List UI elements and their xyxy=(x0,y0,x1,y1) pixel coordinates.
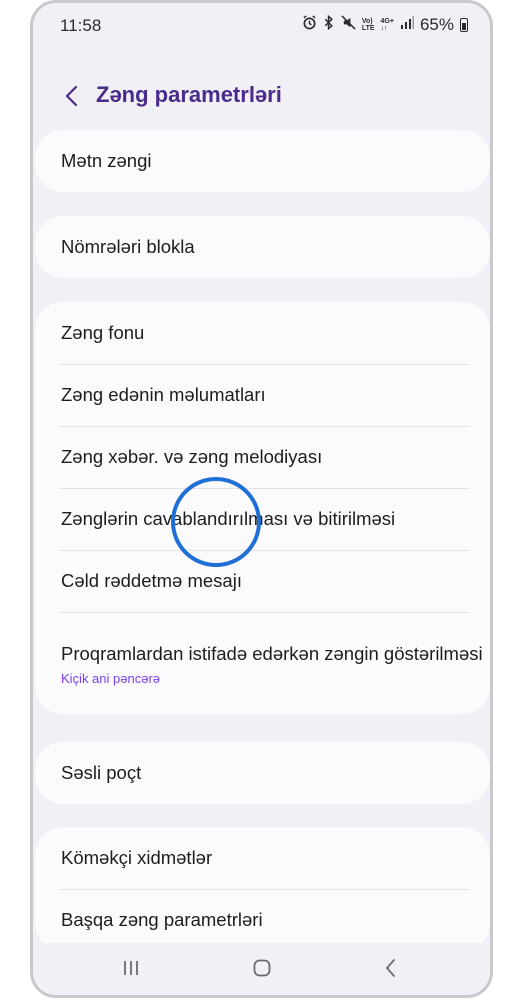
battery-percent: 65% xyxy=(419,15,454,34)
status-bar: 11:58 Vo) LTE 4G+ ↓↑ 65% xyxy=(33,3,490,49)
setting-item-label: Başqa zəng parametrləri xyxy=(61,909,263,930)
signal-icon xyxy=(400,15,414,35)
setting-item-answering-ending-calls[interactable]: Zənglərin cavablandırılması və bitirilmə… xyxy=(35,488,490,550)
status-time: 11:58 xyxy=(60,16,102,35)
setting-item-summary: Kiçik ani pəncərə xyxy=(61,670,160,686)
mute-icon xyxy=(341,15,356,35)
bluetooth-icon xyxy=(323,14,335,35)
setting-item-other-call-settings[interactable]: Başqa zəng parametrləri xyxy=(35,889,490,951)
setting-item-label: Nömrələri blokla xyxy=(61,236,195,257)
status-icons: Vo) LTE 4G+ ↓↑ 65% xyxy=(302,14,468,35)
home-icon xyxy=(253,959,271,977)
setting-item-voicemail[interactable]: Səsli poçt xyxy=(35,742,490,804)
setting-item-call-alerts-ringtone[interactable]: Zəng xəbər. və zəng melodiyası xyxy=(35,426,490,488)
app-header: Zəng parametrləri xyxy=(33,73,490,119)
phone-screen: 11:58 Vo) LTE 4G+ ↓↑ 65% Zəng parametrləri xyxy=(30,0,493,998)
setting-item-block-numbers[interactable]: Nömrələri blokla xyxy=(35,216,490,278)
volte-icon: Vo) LTE xyxy=(361,18,375,32)
settings-card-call-display: Zəng fonu Zəng edənin məlumatları Zəng x… xyxy=(35,302,490,714)
settings-card-block: Nömrələri blokla xyxy=(35,216,490,278)
settings-card-other: Köməkçi xidmətlər Başqa zəng parametrlər… xyxy=(35,827,490,951)
setting-item-label: Cəld rəddetmə mesajı xyxy=(61,570,242,591)
setting-item-label: Mətn zəngi xyxy=(61,150,152,171)
setting-item-call-display-in-apps[interactable]: Proqramlardan istifadə edərkən zəngin gö… xyxy=(35,612,490,714)
setting-item-label: Zəng xəbər. və zəng melodiyası xyxy=(61,446,323,467)
setting-item-supplementary-services[interactable]: Köməkçi xidmətlər xyxy=(35,827,490,889)
page-title: Zəng parametrləri xyxy=(96,82,282,107)
navigation-bar xyxy=(33,943,490,995)
back-icon xyxy=(385,959,395,977)
settings-card-text-call: Mətn zəngi xyxy=(35,130,490,192)
setting-item-caller-info[interactable]: Zəng edənin məlumatları xyxy=(35,364,490,426)
settings-card-voicemail: Səsli poçt xyxy=(35,742,490,804)
4g-icon: 4G+ ↓↑ xyxy=(380,18,394,32)
alarm-icon xyxy=(302,15,317,35)
back-button[interactable] xyxy=(55,79,89,113)
setting-item-label: Köməkçi xidmətlər xyxy=(61,847,213,868)
setting-item-label: Zənglərin cavablandırılması və bitirilmə… xyxy=(61,508,396,529)
chevron-left-icon xyxy=(65,85,78,107)
setting-item-label: Zəng edənin məlumatları xyxy=(61,384,266,405)
recent-apps-button[interactable] xyxy=(116,955,146,981)
setting-item-quick-decline-messages[interactable]: Cəld rəddetmə mesajı xyxy=(35,550,490,612)
nav-back-button[interactable] xyxy=(376,955,406,981)
recent-apps-icon xyxy=(124,961,138,975)
setting-item-label: Proqramlardan istifadə edərkən zəngin gö… xyxy=(61,642,483,664)
battery-icon xyxy=(460,18,468,32)
setting-item-text-call[interactable]: Mətn zəngi xyxy=(35,130,490,192)
setting-item-label: Səsli poçt xyxy=(61,762,142,783)
home-button[interactable] xyxy=(247,955,277,981)
setting-item-call-background[interactable]: Zəng fonu xyxy=(35,302,490,364)
setting-item-label: Zəng fonu xyxy=(61,322,145,343)
